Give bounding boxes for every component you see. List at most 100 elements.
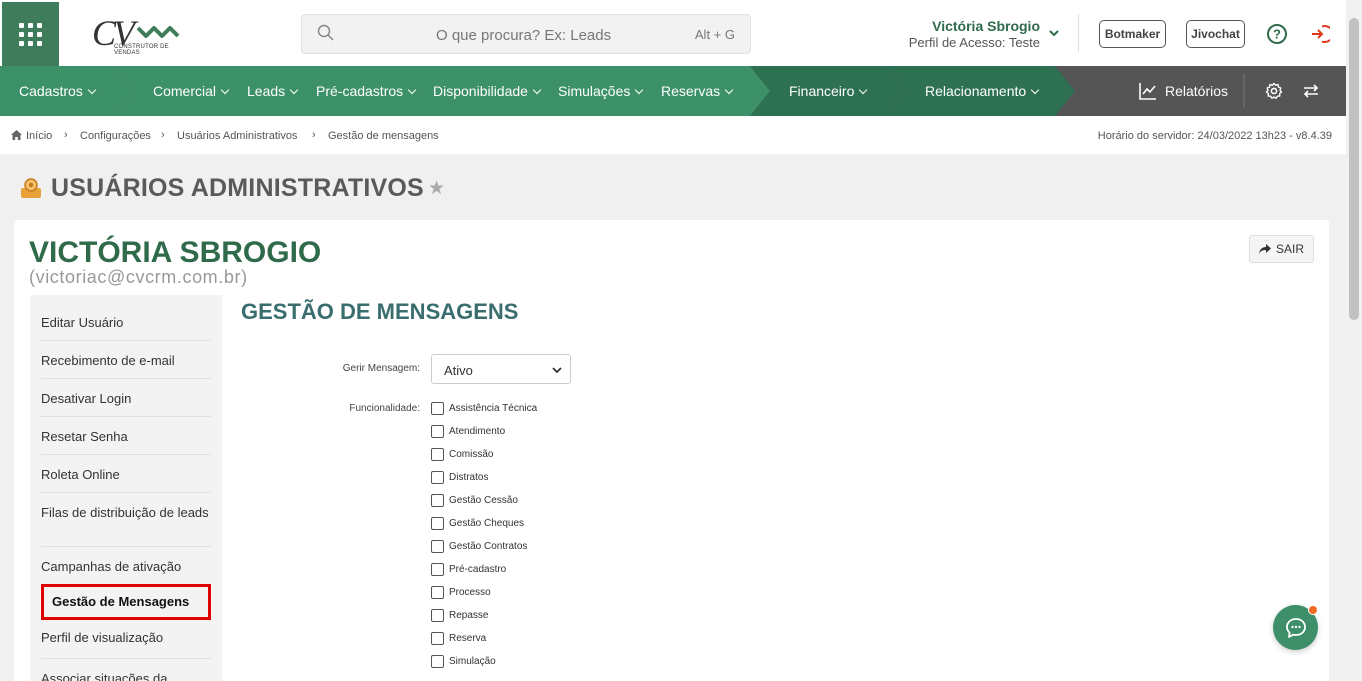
page-title: USUÁRIOS ADMINISTRATIVOS xyxy=(51,174,424,202)
checkbox-gestao-cheques[interactable]: Gestão Cheques xyxy=(431,517,524,530)
nav-relacionamento[interactable]: Relacionamento xyxy=(925,66,1040,116)
divider xyxy=(1078,14,1079,52)
select-value: Ativo xyxy=(444,363,473,378)
gear-icon[interactable] xyxy=(1265,82,1283,100)
logo-subtitle: CONSTRUTOR DE VENDAS xyxy=(114,44,169,56)
server-info: Horário do servidor: 24/03/2022 13h23 - … xyxy=(1097,130,1332,142)
exit-label: SAIR xyxy=(1275,242,1304,256)
sidebar-item-editar-usuario[interactable]: Editar Usuário xyxy=(41,295,211,341)
apps-menu-button[interactable] xyxy=(2,2,59,66)
chevron-down-icon xyxy=(87,85,97,95)
checkbox-box[interactable] xyxy=(431,402,444,415)
checkbox-box[interactable] xyxy=(431,448,444,461)
sidebar-item-recebimento-email[interactable]: Recebimento de e-mail xyxy=(41,341,211,379)
chevron-down-icon xyxy=(859,85,868,95)
checkbox-box[interactable] xyxy=(431,494,444,507)
sidebar-item-associar-situacoes[interactable]: Associar situações da xyxy=(41,659,211,681)
nav-reservas[interactable]: Reservas xyxy=(661,66,734,116)
sidebar-item-campanhas-ativacao[interactable]: Campanhas de ativação xyxy=(41,547,211,585)
sidebar-item-roleta-online[interactable]: Roleta Online xyxy=(41,455,211,493)
search-placeholder: O que procura? Ex: Leads xyxy=(436,27,612,44)
chevron-down-icon xyxy=(1030,85,1040,95)
swap-icon[interactable] xyxy=(1302,82,1320,100)
logout-icon[interactable] xyxy=(1308,23,1330,45)
notification-dot xyxy=(1308,605,1318,615)
checkbox-gestao-cessao[interactable]: Gestão Cessão xyxy=(431,494,518,507)
user-profile: Perfil de Acesso: Teste xyxy=(908,35,1040,50)
checkbox-box[interactable] xyxy=(431,425,444,438)
checkbox-box[interactable] xyxy=(431,563,444,576)
sidebar-item-perfil-visualizacao[interactable]: Perfil de visualização xyxy=(41,621,211,659)
checkbox-box[interactable] xyxy=(431,655,444,668)
nav-pre-cadastros[interactable]: Pré-cadastros xyxy=(316,66,417,116)
chevron-down-icon xyxy=(407,85,417,95)
chevron-down-icon xyxy=(635,85,644,95)
chevron-down-icon xyxy=(289,85,299,95)
breadcrumb-separator: › xyxy=(161,129,165,141)
user-menu[interactable]: Victória Sbrogio Perfil de Acesso: Teste xyxy=(870,18,1040,50)
breadcrumb-usuarios[interactable]: Usuários Administrativos xyxy=(177,130,297,142)
checkbox-distratos[interactable]: Distratos xyxy=(431,471,488,484)
sidebar-item-filas-distribuicao[interactable]: Filas de distribuição de leads xyxy=(41,493,211,547)
chart-line-icon[interactable] xyxy=(1139,82,1157,100)
jivochat-button[interactable]: Jivochat xyxy=(1186,20,1245,48)
nav-comercial[interactable]: Comercial xyxy=(153,66,230,116)
checkbox-processo[interactable]: Processo xyxy=(431,586,491,599)
checkbox-box[interactable] xyxy=(431,632,444,645)
nav-simulacoes[interactable]: Simulações xyxy=(558,66,644,116)
checkbox-repasse[interactable]: Repasse xyxy=(431,609,488,622)
breadcrumb-inicio[interactable]: Início xyxy=(26,130,52,142)
home-icon xyxy=(11,130,22,140)
exit-button[interactable]: SAIR xyxy=(1249,235,1314,263)
favorite-star-icon[interactable]: ★ xyxy=(428,177,445,200)
user-name: Victória Sbrogio xyxy=(932,18,1040,34)
checkbox-pre-cadastro[interactable]: Pré-cadastro xyxy=(431,563,506,576)
sidebar-item-desativar-login[interactable]: Desativar Login xyxy=(41,379,211,417)
checkbox-box[interactable] xyxy=(431,609,444,622)
chevron-down-icon[interactable] xyxy=(1047,26,1061,40)
nav-cadastros[interactable]: Cadastros xyxy=(19,66,97,116)
breadcrumb: Início › Configurações › Usuários Admini… xyxy=(0,116,1346,154)
checkbox-box[interactable] xyxy=(431,517,444,530)
nav-financeiro[interactable]: Financeiro xyxy=(789,66,868,116)
logo[interactable]: CV CONSTRUTOR DE VENDAS xyxy=(92,13,188,56)
sidebar: Editar Usuário Recebimento de e-mail Des… xyxy=(30,295,222,681)
users-admin-icon xyxy=(21,178,41,198)
section-title: GESTÃO DE MENSAGENS xyxy=(241,299,519,324)
search-icon xyxy=(317,24,334,41)
botmaker-button[interactable]: Botmaker xyxy=(1099,20,1166,48)
scrollbar-thumb[interactable] xyxy=(1349,18,1359,320)
chevron-down-icon xyxy=(724,85,734,95)
checkbox-simulacao[interactable]: Simulação xyxy=(431,655,496,668)
breadcrumb-current: Gestão de mensagens xyxy=(328,130,439,142)
breadcrumb-separator: › xyxy=(64,129,68,141)
funcionalidade-label: Funcionalidade: xyxy=(349,403,420,414)
share-arrow-icon xyxy=(1258,244,1271,254)
help-icon[interactable]: ? xyxy=(1266,23,1288,45)
checkbox-gestao-contratos[interactable]: Gestão Contratos xyxy=(431,540,527,553)
checkbox-reserva[interactable]: Reserva xyxy=(431,632,486,645)
chat-bubble-icon xyxy=(1285,617,1306,638)
search-input[interactable]: O que procura? Ex: Leads Alt + G xyxy=(301,14,751,54)
gerir-mensagem-label: Gerir Mensagem: xyxy=(342,363,420,374)
checkbox-assistencia-tecnica[interactable]: Assistência Técnica xyxy=(431,402,537,415)
chevron-down-icon xyxy=(532,85,542,95)
nav-leads[interactable]: Leads xyxy=(247,66,299,116)
top-header: CV CONSTRUTOR DE VENDAS O que procura? E… xyxy=(0,0,1346,66)
sidebar-item-gestao-mensagens[interactable]: Gestão de Mensagens xyxy=(41,584,211,620)
user-heading: VICTÓRIA SBROGIO xyxy=(29,236,322,269)
checkbox-box[interactable] xyxy=(431,586,444,599)
checkbox-box[interactable] xyxy=(431,471,444,484)
gerir-mensagem-select[interactable]: Ativo xyxy=(431,354,571,384)
breadcrumb-configuracoes[interactable]: Configurações xyxy=(80,130,151,142)
sidebar-item-resetar-senha[interactable]: Resetar Senha xyxy=(41,417,211,455)
logo-wave-icon xyxy=(136,26,180,38)
svg-text:?: ? xyxy=(1273,27,1281,42)
checkbox-box[interactable] xyxy=(431,540,444,553)
chevron-down-icon xyxy=(220,85,230,95)
nav-disponibilidade[interactable]: Disponibilidade xyxy=(433,66,542,116)
checkbox-atendimento[interactable]: Atendimento xyxy=(431,425,505,438)
checkbox-comissao[interactable]: Comissão xyxy=(431,448,493,461)
user-email: (victoriac@cvcrm.com.br) xyxy=(29,267,248,287)
nav-relatorios[interactable]: Relatórios xyxy=(1165,66,1228,116)
